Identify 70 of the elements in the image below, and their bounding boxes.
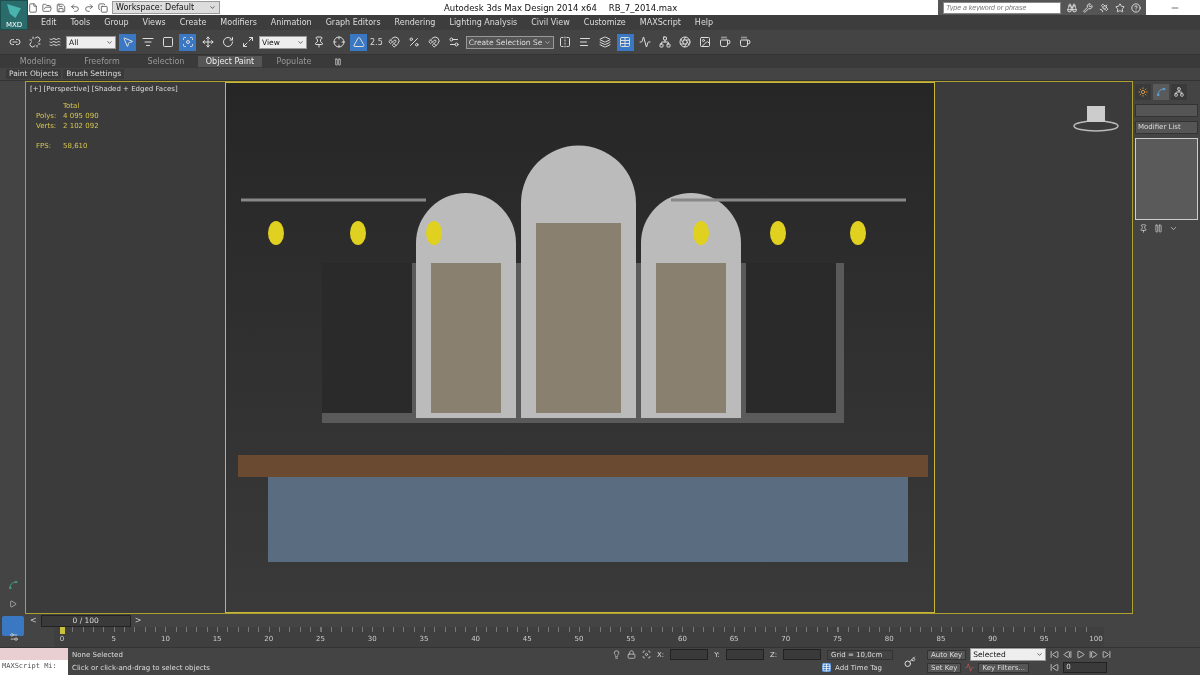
maxscript-listener-field[interactable] xyxy=(0,648,68,660)
layers-icon[interactable] xyxy=(596,33,614,51)
select-object-icon[interactable] xyxy=(119,33,136,51)
snap-toggle[interactable]: 2.5 xyxy=(370,37,383,47)
create-tab-icon[interactable] xyxy=(1135,84,1151,100)
menu-item[interactable]: Create xyxy=(172,18,214,27)
unlink-icon[interactable] xyxy=(26,33,43,51)
z-field[interactable] xyxy=(783,649,822,660)
caret-icon xyxy=(297,38,304,46)
go-to-end-icon[interactable] xyxy=(1102,650,1112,659)
object-name-field[interactable] xyxy=(1135,104,1198,117)
menu-item[interactable]: Customize xyxy=(576,18,633,27)
caret-icon xyxy=(106,38,113,46)
open-folder-icon[interactable] xyxy=(42,2,52,13)
menu-item[interactable]: Civil View xyxy=(524,18,577,27)
ribbon-tab[interactable]: Freeform xyxy=(70,56,134,67)
ribbon-tab[interactable]: Selection xyxy=(134,56,198,67)
hierarchy-tab-icon[interactable] xyxy=(1171,84,1187,100)
time-tag-icon[interactable] xyxy=(822,663,832,672)
star-icon[interactable] xyxy=(1115,2,1125,13)
save-icon[interactable] xyxy=(56,2,66,13)
ribbon-tab[interactable]: Populate xyxy=(262,56,326,67)
caret-icon xyxy=(543,38,551,46)
scene-explorer-icon[interactable] xyxy=(616,33,634,51)
play-icon[interactable] xyxy=(1076,650,1086,659)
previous-key-icon[interactable] xyxy=(1063,650,1073,659)
next-frame-button[interactable]: > xyxy=(132,616,144,625)
next-key-icon[interactable] xyxy=(1089,650,1099,659)
modifier-stack[interactable] xyxy=(1135,138,1198,220)
menu-item[interactable]: Lighting Analysis xyxy=(442,18,525,27)
wrench-icon[interactable] xyxy=(1083,2,1093,13)
help-icon[interactable] xyxy=(1131,2,1141,13)
go-to-start-icon[interactable] xyxy=(1050,650,1060,659)
play-icon[interactable] xyxy=(8,600,17,608)
file-name: RB_7_2014.max xyxy=(608,2,678,13)
new-file-icon[interactable] xyxy=(28,2,38,13)
redo-icon[interactable] xyxy=(84,2,94,13)
key-icon[interactable] xyxy=(904,655,917,668)
window-title: Autodesk 3ds Max Design 2014 x64 xyxy=(444,2,597,13)
menu-item[interactable]: Modifiers xyxy=(213,18,264,27)
menu-item[interactable]: Views xyxy=(135,18,173,27)
caret-icon xyxy=(1036,651,1044,658)
menu-item[interactable]: Group xyxy=(97,18,136,27)
ribbon-tab[interactable]: Object Paint xyxy=(198,56,262,67)
chevron-icon[interactable] xyxy=(1169,224,1178,233)
x-field[interactable] xyxy=(670,649,709,660)
satellite-icon[interactable] xyxy=(1099,2,1109,13)
magnet-icon[interactable] xyxy=(385,33,403,51)
ribbon-tab[interactable]: Modeling xyxy=(6,56,70,67)
crosshair-icon[interactable] xyxy=(330,33,347,51)
previous-frame-button[interactable]: < xyxy=(28,616,39,625)
window-crossing-icon[interactable] xyxy=(179,33,196,51)
lock-icon[interactable] xyxy=(627,650,636,659)
menu-item[interactable]: Edit xyxy=(34,18,64,27)
viewcube-icon[interactable] xyxy=(1072,104,1120,134)
menu-item[interactable]: Tools xyxy=(63,18,98,27)
frame-marker[interactable] xyxy=(60,627,65,634)
pin-stack-icon[interactable] xyxy=(1139,224,1148,233)
menu-item[interactable]: Animation xyxy=(263,18,319,27)
menu-item[interactable]: Rendering xyxy=(387,18,443,27)
lightbulb-icon[interactable] xyxy=(612,650,621,659)
undo-icon[interactable] xyxy=(70,2,80,13)
caret-icon xyxy=(209,4,216,11)
menu-item[interactable]: MAXScript xyxy=(632,18,688,27)
menu-item[interactable]: Graph Editors xyxy=(318,18,388,27)
schematic-icon[interactable] xyxy=(656,33,674,51)
binoculars-icon[interactable] xyxy=(1067,2,1077,13)
y-field[interactable] xyxy=(725,649,764,660)
menu-item[interactable]: Help xyxy=(687,18,721,27)
workspace-dropdown[interactable]: Workspace: Default xyxy=(112,1,220,14)
